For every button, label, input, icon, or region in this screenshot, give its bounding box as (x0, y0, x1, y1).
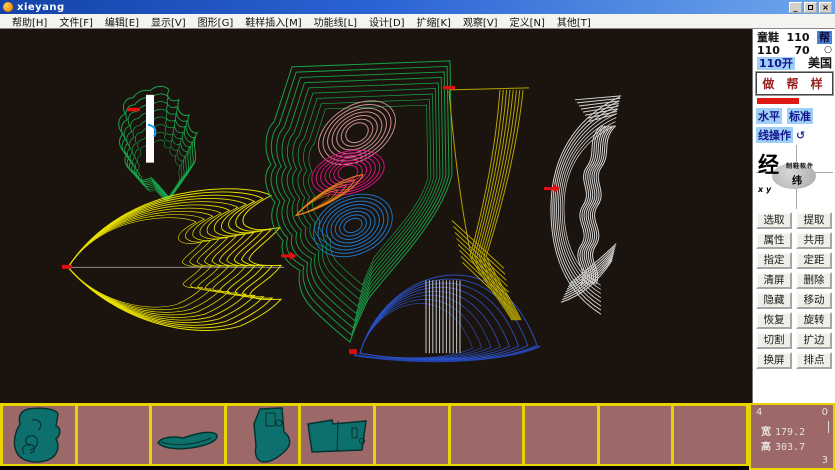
menu-observe[interactable]: 观察[V] (457, 14, 504, 29)
logo-wei-char: 纬 (792, 172, 802, 187)
thumbnail-empty-3[interactable] (451, 406, 526, 464)
wireframe-crescent-white[interactable] (551, 96, 621, 314)
menu-pattern-insert[interactable]: 鞋样插入[M] (239, 14, 307, 29)
sole-red-marker (349, 349, 357, 354)
tool-extract[interactable]: 提取 (796, 212, 832, 229)
height-label: 高 (761, 442, 771, 453)
olive-red-marker (443, 86, 455, 89)
spec-row-3: 110开 美国 (756, 57, 833, 70)
tool-arrange-points[interactable]: 排点 (796, 352, 832, 369)
jingwei-logo: 经 制鞋软件 纬 x y (756, 145, 833, 209)
menu-function-line[interactable]: 功能线[L] (308, 14, 363, 29)
boot-red-arrowhead (290, 252, 297, 260)
tool-switch-screen[interactable]: 换屏 (756, 352, 792, 369)
thumbnail-empty-6[interactable] (674, 406, 749, 464)
dimension-status-panel: 4 0 宽 179.2 高 303.7 3 (749, 403, 835, 470)
thumbnail-empty-4[interactable] (525, 406, 600, 464)
panel-count-top-left: 4 (756, 407, 762, 418)
country-label: 美国 (808, 57, 832, 70)
drawing-canvas[interactable] (0, 29, 752, 403)
make-upper-pattern-button[interactable]: 做 帮 样 (756, 72, 833, 95)
tool-hide[interactable]: 隐藏 (756, 292, 792, 309)
line-operation-button[interactable]: 线操作 (756, 127, 793, 143)
line-op-icon: ↺ (796, 129, 805, 142)
thumbnail-sole-piece[interactable] (152, 406, 227, 464)
tool-delete[interactable]: 删除 (796, 272, 832, 289)
tool-fixed-distance[interactable]: 定距 (796, 252, 832, 269)
height-readout: 高 303.7 (761, 438, 805, 453)
logo-software-text: 制鞋软件 (786, 161, 814, 170)
thumbnail-boot-piece[interactable] (0, 406, 78, 464)
thumbnail-vamp-piece[interactable] (301, 406, 376, 464)
minimize-icon[interactable]: _ (789, 2, 802, 13)
title-bar: xieyang _ × (0, 0, 835, 14)
tool-select[interactable]: 选取 (756, 212, 792, 229)
app-icon (3, 2, 13, 12)
tool-restore[interactable]: 恢复 (756, 312, 792, 329)
panel-tick-mark (828, 421, 829, 433)
size-a-value: 110 (787, 31, 810, 44)
window-title: xieyang (17, 2, 789, 13)
boot-red-marker (281, 254, 290, 257)
panel-count-bottom-right: 3 (822, 455, 828, 466)
bottom-bar: 4 0 宽 179.2 高 303.7 3 (0, 403, 835, 470)
logo-axis-label: x y (758, 185, 771, 194)
menu-file[interactable]: 文件[F] (53, 14, 99, 29)
width-readout: 宽 179.2 (761, 423, 805, 438)
heel-red-marker (127, 108, 140, 111)
menu-view[interactable]: 显示[V] (145, 14, 192, 29)
tool-expand-edge[interactable]: 扩边 (796, 332, 832, 349)
panel-count-top-right: 0 (822, 407, 828, 418)
width-label: 宽 (761, 427, 771, 438)
restore-icon[interactable] (804, 2, 817, 13)
tool-assign[interactable]: 指定 (756, 252, 792, 269)
tool-button-grid: 选取 提取 属性 共用 指定 定距 清屏 删除 隐藏 移动 恢复 旋转 切割 扩… (756, 212, 833, 369)
tool-properties[interactable]: 属性 (756, 232, 792, 249)
height-value: 303.7 (775, 442, 805, 453)
wireframe-heel-green[interactable] (119, 86, 197, 201)
menu-scale[interactable]: 扩缩[K] (411, 14, 457, 29)
tool-cut[interactable]: 切割 (756, 332, 792, 349)
wireframe-vamp-yellow[interactable] (68, 189, 281, 331)
crescent-red-marker (544, 187, 554, 190)
logo-jing-char: 经 (758, 149, 779, 179)
tool-move[interactable]: 移动 (796, 292, 832, 309)
menu-define[interactable]: 定义[N] (504, 14, 551, 29)
close-icon[interactable]: × (819, 2, 832, 13)
thumbnail-empty-2[interactable] (376, 406, 451, 464)
width-value: 179.2 (775, 427, 805, 438)
tool-clear-screen[interactable]: 清屏 (756, 272, 792, 289)
horizontal-button[interactable]: 水平 (756, 108, 782, 124)
part-thumbnail-strip (0, 403, 749, 466)
menu-edit[interactable]: 编辑[E] (99, 14, 145, 29)
tool-share[interactable]: 共用 (796, 232, 832, 249)
thumbnail-empty-1[interactable] (78, 406, 153, 464)
menu-bar: 帮助[H] 文件[F] 编辑[E] 显示[V] 图形[G] 鞋样插入[M] 功能… (0, 14, 835, 29)
menu-help[interactable]: 帮助[H] (6, 14, 53, 29)
heel-white-bar[interactable] (146, 95, 154, 163)
menu-design[interactable]: 设计[D] (363, 14, 411, 29)
vamp-red-marker (62, 265, 72, 269)
thumbnail-empty-5[interactable] (600, 406, 675, 464)
tool-rotate[interactable]: 旋转 (796, 312, 832, 329)
tool-sidebar: 童鞋 110 帮 110 70 ○ 110开 美国 做 帮 样 水平 标准 线操… (752, 29, 835, 403)
application-window: xieyang _ × 帮助[H] 文件[F] 编辑[E] 显示[V] 图形[G… (0, 0, 835, 470)
menu-other[interactable]: 其他[T] (551, 14, 597, 29)
spec-row-1: 童鞋 110 帮 (756, 31, 833, 44)
bang-tag[interactable]: 帮 (817, 31, 832, 44)
menu-graphics[interactable]: 图形[G] (192, 14, 240, 29)
thumbnail-bootie-piece[interactable] (227, 406, 302, 464)
standard-button[interactable]: 标准 (787, 108, 813, 124)
kai-tag[interactable]: 110开 (757, 57, 795, 70)
shoe-type-label: 童鞋 (757, 31, 779, 44)
red-indicator-bar (757, 98, 799, 104)
size-b-value: 110 (757, 44, 780, 57)
